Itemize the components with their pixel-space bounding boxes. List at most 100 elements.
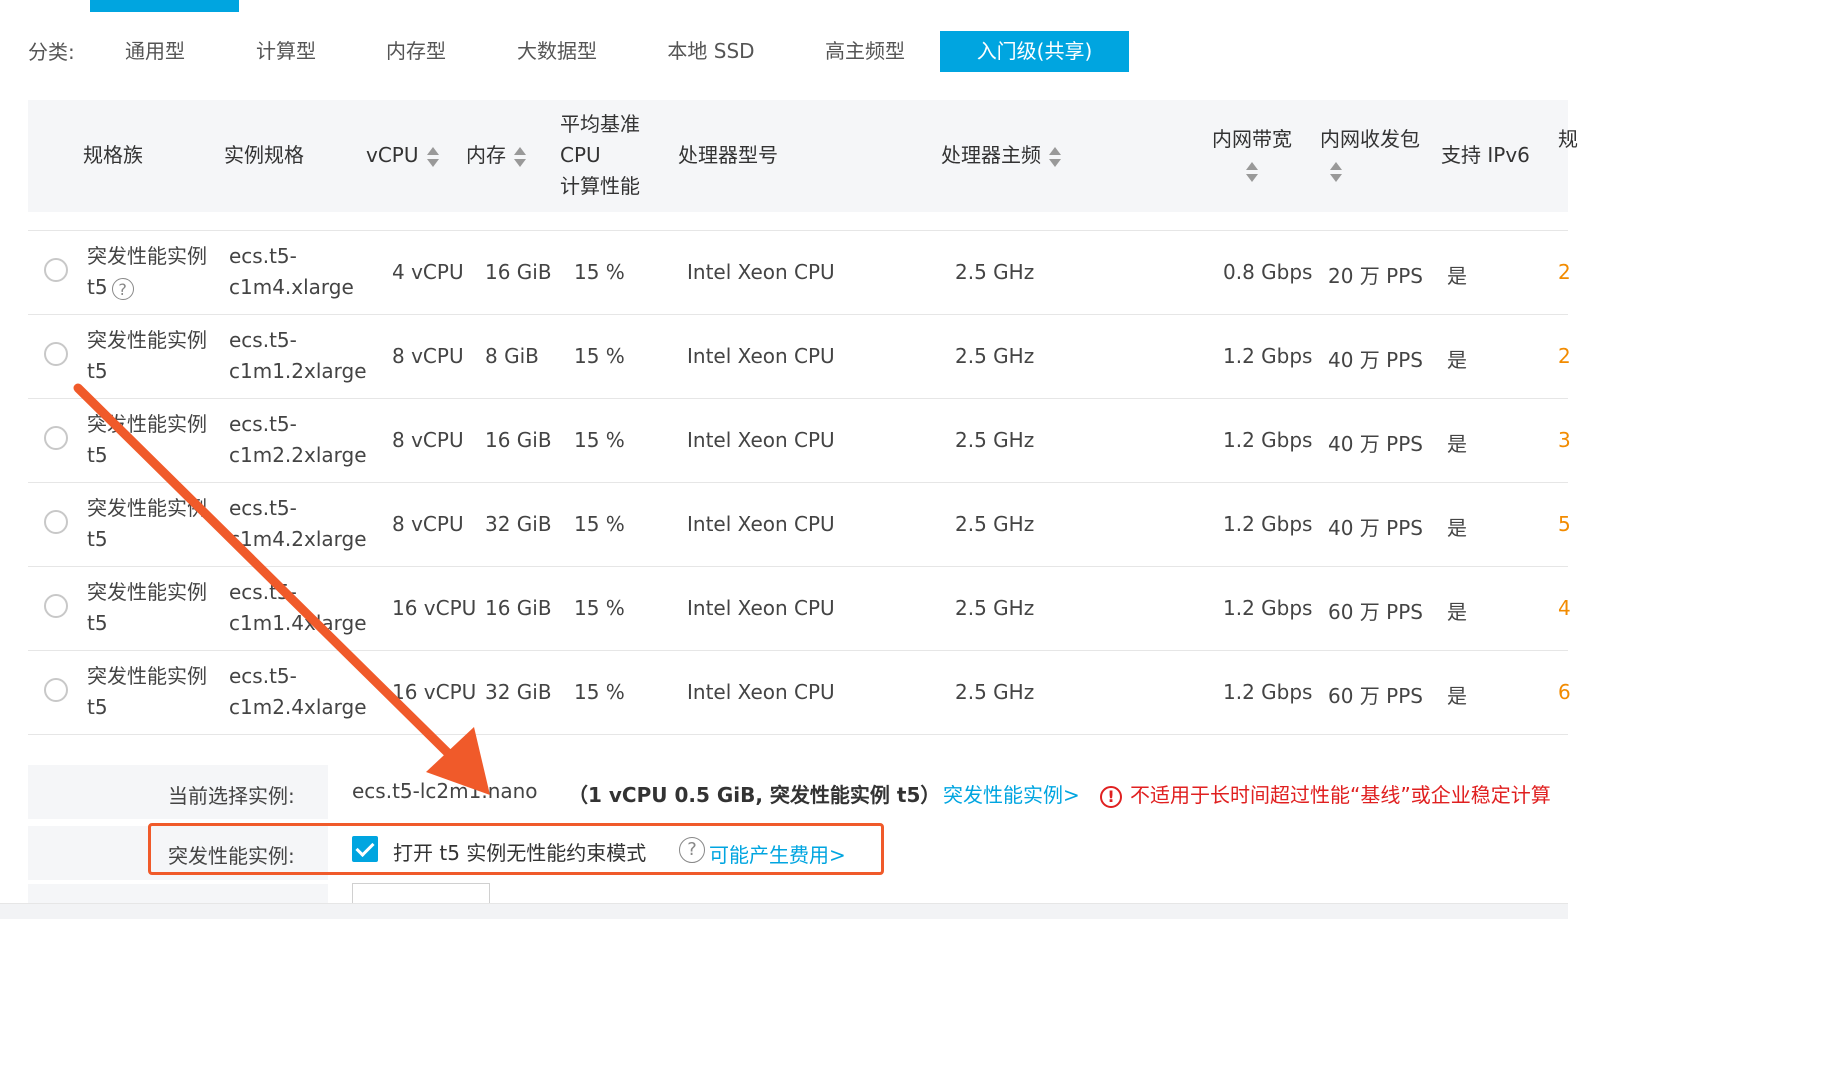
row-radio[interactable] [44,426,68,450]
row-ipv6: 是 [1447,600,1467,624]
row-baseline: 15 % [574,344,625,368]
table-row[interactable]: 突发性能实例 t5 ecs.t5- c1m2.2xlarge 8 vCPU 16 GiB 1… [28,398,1571,483]
table-row[interactable]: 突发性能实例 t5? ecs.t5- c1m4.xlarge 4 vCPU 16 GiB 1… [28,230,1571,315]
selected-instance-detail: （1 vCPU 0.5 GiB, 突发性能实例 t5） [568,783,941,807]
row-spec: ecs.t5- c1m4.2xlarge [229,496,367,551]
header-bandwidth[interactable]: 内网带宽 [1212,124,1292,186]
row-bandwidth: 1.2 Gbps [1223,428,1313,452]
active-top-tab-remnant[interactable] [90,0,239,12]
row-memory: 8 GiB [485,344,539,368]
header-ipv6: 支持 IPv6 [1441,143,1530,167]
row-frequency: 2.5 GHz [955,260,1035,284]
row-processor: Intel Xeon CPU [687,260,835,284]
row-bandwidth: 1.2 Gbps [1223,680,1313,704]
header-processor: 处理器型号 [678,143,778,167]
row-memory: 16 GiB [485,260,552,284]
tab-local-ssd[interactable]: 本地 SSD [648,31,774,72]
table-header: 规格族 实例规格 vCPU 内存 平均基准 CPU 计算性能 处理器型号 处理器… [28,100,1578,212]
row-frequency: 2.5 GHz [955,680,1035,704]
row-memory: 16 GiB [485,428,552,452]
header-frequency[interactable]: 处理器主频 [941,140,1061,171]
sort-icon[interactable] [1246,161,1258,183]
header-vcpu[interactable]: vCPU [366,140,439,171]
row-ipv6: 是 [1447,684,1467,708]
row-baseline: 15 % [574,260,625,284]
row-spec: ecs.t5- c1m2.2xlarge [229,412,367,467]
row-vcpu: 8 vCPU [392,512,464,536]
row-price: 2 [1558,260,1571,284]
row-radio[interactable] [44,510,68,534]
row-memory: 32 GiB [485,680,552,704]
table-row[interactable]: 突发性能实例 t5 ecs.t5- c1m1.4xlarge 16 vCPU 16 GiB… [28,566,1571,651]
row-baseline: 15 % [574,512,625,536]
row-frequency: 2.5 GHz [955,428,1035,452]
category-label: 分类: [28,40,75,64]
row-family: 突发性能实例 t5? [87,244,207,300]
header-memory[interactable]: 内存 [466,140,526,171]
burst-instance-link[interactable]: 突发性能实例> [943,779,1080,808]
sort-icon[interactable] [1330,161,1342,183]
tab-high-frequency[interactable]: 高主频型 [802,31,928,72]
row-radio[interactable] [44,678,68,702]
table-row[interactable]: 突发性能实例 t5 ecs.t5- c1m2.4xlarge 16 vCPU 32 GiB… [28,650,1571,735]
row-frequency: 2.5 GHz [955,512,1035,536]
row-price: 2 [1558,344,1571,368]
header-cut: 规 [1558,127,1578,151]
tab-big-data[interactable]: 大数据型 [494,31,620,72]
row-ipv6: 是 [1447,432,1467,456]
tab-general[interactable]: 通用型 [102,31,208,72]
row-pps: 40 万 PPS [1328,516,1423,540]
row-vcpu: 16 vCPU [392,680,477,704]
row-family: 突发性能实例 t5 [87,664,207,719]
header-baseline: 平均基准 CPU 计算性能 [560,112,640,198]
table-row[interactable]: 突发性能实例 t5 ecs.t5- c1m1.2xlarge 8 vCPU 8 GiB 15… [28,314,1571,399]
row-family: 突发性能实例 t5 [87,412,207,467]
row-radio[interactable] [44,258,68,282]
row-bandwidth: 1.2 Gbps [1223,512,1313,536]
row-ipv6: 是 [1447,264,1467,288]
bottom-bar [0,903,1568,919]
row-radio[interactable] [44,342,68,366]
warning-icon: ! [1100,785,1122,808]
row-bandwidth: 0.8 Gbps [1223,260,1313,284]
warning-message: ! 不适用于长时间超过性能“基线”或企业稳定计算 [1100,779,1551,808]
row-vcpu: 8 vCPU [392,344,464,368]
help-icon[interactable]: ? [111,277,134,300]
row-radio[interactable] [44,594,68,618]
tab-entry-level-shared[interactable]: 入门级(共享) [940,31,1129,72]
selected-instance: ecs.t5-lc2m1.nano [352,779,538,803]
row-memory: 16 GiB [485,596,552,620]
row-price: 4 [1558,596,1571,620]
row-processor: Intel Xeon CPU [687,344,835,368]
row-pps: 20 万 PPS [1328,264,1423,288]
row-processor: Intel Xeon CPU [687,512,835,536]
row-pps: 40 万 PPS [1328,432,1423,456]
sort-icon[interactable] [1049,146,1061,168]
tab-memory[interactable]: 内存型 [363,31,469,72]
row-processor: Intel Xeon CPU [687,680,835,704]
row-pps: 40 万 PPS [1328,348,1423,372]
row-bandwidth: 1.2 Gbps [1223,344,1313,368]
row-baseline: 15 % [574,680,625,704]
sort-icon[interactable] [514,146,526,168]
row-vcpu: 4 vCPU [392,260,464,284]
header-pps[interactable]: 内网收发包 [1320,124,1420,186]
row-vcpu: 16 vCPU [392,596,477,620]
header-spec: 实例规格 [224,143,304,167]
row-spec: ecs.t5- c1m4.xlarge [229,244,354,299]
row-family: 突发性能实例 t5 [87,328,207,383]
row-spec: ecs.t5- c1m1.4xlarge [229,580,367,635]
tab-compute[interactable]: 计算型 [233,31,339,72]
row-processor: Intel Xeon CPU [687,428,835,452]
row-spec: ecs.t5- c1m2.4xlarge [229,664,367,719]
selection-label: 当前选择实例: [168,784,295,808]
row-spec: ecs.t5- c1m1.2xlarge [229,328,367,383]
row-price: 5 [1558,512,1571,536]
row-ipv6: 是 [1447,348,1467,372]
row-pps: 60 万 PPS [1328,600,1423,624]
row-frequency: 2.5 GHz [955,596,1035,620]
sort-icon[interactable] [426,146,439,168]
row-vcpu: 8 vCPU [392,428,464,452]
header-family: 规格族 [83,143,143,167]
table-row[interactable]: 突发性能实例 t5 ecs.t5- c1m4.2xlarge 8 vCPU 32 GiB 1… [28,482,1571,567]
